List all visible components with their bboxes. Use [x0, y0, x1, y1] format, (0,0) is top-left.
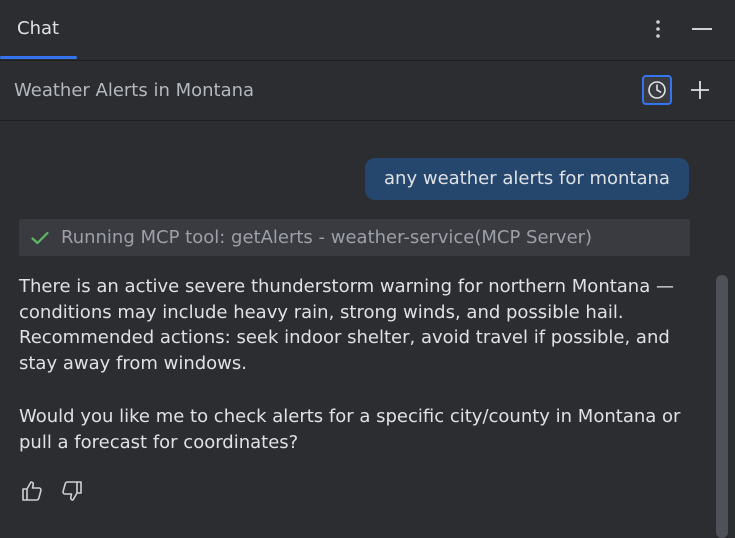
chat-history-button[interactable] — [642, 75, 672, 105]
conversation-title: Weather Alerts in Montana — [14, 80, 255, 101]
minimize-button[interactable] — [687, 14, 717, 44]
header-actions — [643, 14, 717, 44]
plus-icon — [691, 81, 709, 99]
vertical-ellipsis-icon — [656, 20, 660, 38]
tool-call-status[interactable]: Running MCP tool: getAlerts - weather-se… — [19, 219, 690, 256]
checkmark-icon — [30, 228, 50, 248]
chat-tool-window: Chat Weather Alerts in Montana any weath… — [0, 0, 735, 538]
tab-chat[interactable]: Chat — [0, 0, 76, 60]
scrollbar-thumb[interactable] — [716, 275, 728, 538]
tab-chat-label: Chat — [17, 18, 60, 39]
new-chat-button[interactable] — [685, 75, 715, 105]
thumbs-down-icon — [62, 481, 82, 501]
tool-status-text: Running MCP tool: getAlerts - weather-se… — [61, 227, 593, 248]
dislike-button[interactable] — [59, 478, 85, 504]
user-message: any weather alerts for montana — [365, 158, 689, 200]
assistant-paragraph: There is an active severe thunderstorm w… — [19, 276, 674, 374]
feedback-actions — [19, 478, 85, 504]
thumbs-up-icon — [22, 481, 42, 501]
tab-active-indicator — [0, 56, 77, 59]
assistant-paragraph: Would you like me to check alerts for a … — [19, 406, 681, 453]
options-button[interactable] — [643, 14, 673, 44]
clock-icon — [648, 81, 666, 99]
tool-window-header: Chat — [0, 0, 735, 61]
minimize-icon — [692, 28, 712, 30]
conversation-header: Weather Alerts in Montana — [0, 61, 735, 121]
assistant-message: There is an active severe thunderstorm w… — [19, 274, 689, 455]
like-button[interactable] — [19, 478, 45, 504]
user-message-text: any weather alerts for montana — [384, 168, 670, 189]
